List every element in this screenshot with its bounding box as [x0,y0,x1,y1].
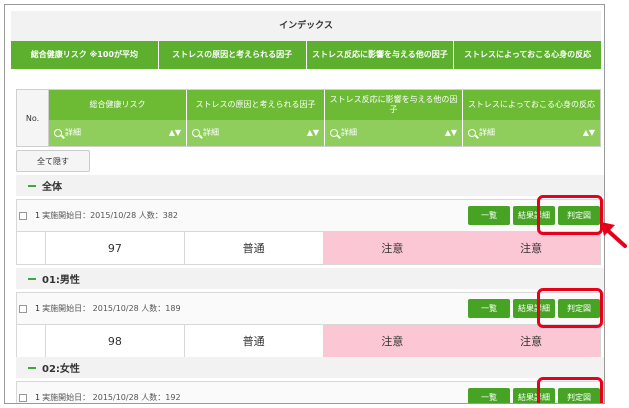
detail-link[interactable]: 詳細 [479,127,495,138]
value-reaction: 注意 [462,325,601,357]
group-summary-row: 1 実施開始日：2015/10/28 人数：382 一覧 結果詳細 判定図 [16,199,604,232]
value-row: 98 普通 注意 注意 [45,325,601,358]
collapse-dash-icon[interactable] [28,184,36,187]
column-label: 総合健康リスク [49,90,186,120]
no-column-header: No. [17,90,49,146]
row-spacer [16,325,45,358]
value-health-risk: 97 [46,232,185,264]
sort-arrows-icon[interactable]: ▲▼ [583,128,595,137]
value-reaction: 注意 [462,232,601,264]
row-number: 1 [35,304,41,313]
pointer-arrow-icon [601,222,627,248]
search-icon [330,128,338,137]
search-icon [192,128,200,137]
collapse-all-button[interactable]: 全て隠す [16,150,90,172]
column-label: ストレスの原因と考えられる因子 [187,90,324,120]
table-header: No. 総合健康リスク 詳細 ▲▼ ストレスの原因と考えられる因子 詳細 ▲▼ … [16,89,601,147]
index-title: インデックス [11,11,601,41]
group-header-all[interactable]: 全体 [16,175,604,196]
value-other-factor: 注意 [323,232,463,264]
row-meta: 実施開始日： 2015/10/28 人数：189 [42,304,181,313]
detail-link[interactable]: 詳細 [341,127,357,138]
detail-link[interactable]: 詳細 [65,127,81,138]
row-number: 1 [35,211,41,220]
column-reaction: ストレスによっておこる心身の反応 詳細 ▲▼ [463,90,600,146]
column-label: ストレスによっておこる心身の反応 [463,90,600,120]
search-icon [468,128,476,137]
value-stress-cause: 普通 [184,232,324,264]
column-health-risk: 総合健康リスク 詳細 ▲▼ [49,90,187,146]
sort-arrows-icon[interactable]: ▲▼ [445,128,457,137]
list-button[interactable]: 一覧 [468,206,510,225]
row-checkbox[interactable] [19,304,27,313]
column-filter[interactable]: 詳細 ▲▼ [325,119,462,146]
collapse-dash-icon[interactable] [28,277,36,280]
judge-highlight-box [537,195,603,235]
sort-arrows-icon[interactable]: ▲▼ [169,128,181,137]
sort-arrows-icon[interactable]: ▲▼ [307,128,319,137]
value-row: 97 普通 注意 注意 [45,232,601,265]
search-icon [54,128,62,137]
column-filter[interactable]: 詳細 ▲▼ [49,119,186,146]
index-tab-reaction[interactable]: ストレスによっておこる心身の反応 [454,41,601,69]
column-filter[interactable]: 詳細 ▲▼ [187,119,324,146]
column-stress-cause: ストレスの原因と考えられる因子 詳細 ▲▼ [187,90,325,146]
row-spacer [16,232,45,265]
value-health-risk: 98 [46,325,185,357]
row-number: 1 [35,393,41,402]
row-meta: 実施開始日： 2015/10/28 人数：192 [42,393,181,402]
judge-highlight-box [537,377,603,403]
stress-check-window: インデックス 総合健康リスク ※100が平均 ストレスの原因と考えられる因子 ス… [4,4,605,404]
collapse-dash-icon[interactable] [28,366,36,369]
row-checkbox[interactable] [19,211,27,220]
index-tab-bar: 総合健康リスク ※100が平均 ストレスの原因と考えられる因子 ストレス反応に影… [11,41,601,69]
group-header-female[interactable]: 02:女性 [16,357,604,378]
group-header-male[interactable]: 01:男性 [16,268,604,289]
column-other-factor: ストレス反応に影響を与える他の因子 詳細 ▲▼ [325,90,463,146]
group-summary-row: 1 実施開始日： 2015/10/28 人数：189 一覧 結果詳細 判定図 [16,292,604,325]
list-button[interactable]: 一覧 [468,299,510,318]
collapse-label: 全て隠す [37,156,69,166]
index-tab-health-risk[interactable]: 総合健康リスク ※100が平均 [11,41,159,69]
row-checkbox[interactable] [19,393,27,402]
detail-link[interactable]: 詳細 [203,127,219,138]
value-other-factor: 注意 [323,325,463,357]
group-title: 全体 [42,182,62,193]
index-tab-stress-cause[interactable]: ストレスの原因と考えられる因子 [159,41,307,69]
row-meta: 実施開始日：2015/10/28 人数：382 [42,211,179,220]
group-summary-row: 1 実施開始日： 2015/10/28 人数：192 一覧 結果詳細 判定図 [16,381,604,403]
group-title: 01:男性 [42,275,80,286]
column-filter[interactable]: 詳細 ▲▼ [463,119,600,146]
judge-highlight-box [537,288,603,328]
value-stress-cause: 普通 [184,325,324,357]
list-button[interactable]: 一覧 [468,388,510,403]
group-title: 02:女性 [42,364,80,375]
column-label: ストレス反応に影響を与える他の因子 [325,90,462,120]
index-tab-other-factor[interactable]: ストレス反応に影響を与える他の因子 [307,41,455,69]
